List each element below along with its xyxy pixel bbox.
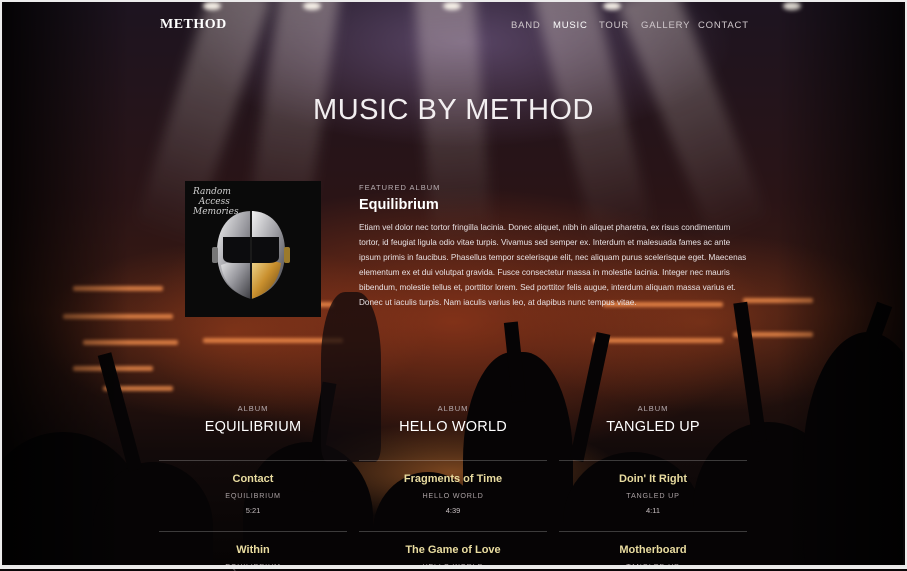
brand-logo[interactable]: METHOD <box>160 17 227 33</box>
album-column-tangled-up: ALBUM TANGLED UP Doin' It Right TANGLED … <box>559 400 747 571</box>
nav-item-gallery[interactable]: GALLERY <box>641 20 690 31</box>
track-item[interactable]: Doin' It Right TANGLED UP 4:11 <box>559 473 747 515</box>
track-item[interactable]: Within EQUILIBRIUM <box>159 544 347 571</box>
robot-helmet-icon <box>212 211 290 299</box>
album-title[interactable]: HELLO WORLD <box>359 419 547 435</box>
featured-album-description: Etiam vel dolor nec tortor fringilla lac… <box>359 223 747 307</box>
track-title[interactable]: Motherboard <box>559 544 747 556</box>
featured-album-kicker: FEATURED ALBUM <box>359 183 441 192</box>
track-album: HELLO WORLD <box>422 491 484 500</box>
album-title[interactable]: EQUILIBRIUM <box>159 419 347 435</box>
nav-item-tour[interactable]: TOUR <box>599 20 629 31</box>
track-duration: 4:39 <box>445 506 461 515</box>
track-duration: 5:21 <box>245 506 261 515</box>
nav-item-band[interactable]: BAND <box>511 20 541 31</box>
album-title[interactable]: TANGLED UP <box>559 419 747 435</box>
track-title[interactable]: Fragments of Time <box>359 473 547 485</box>
track-item[interactable]: Motherboard TANGLED UP <box>559 544 747 571</box>
album-column-hello-world: ALBUM HELLO WORLD Fragments of Time HELL… <box>359 400 547 571</box>
divider <box>559 531 747 532</box>
track-title[interactable]: Contact <box>159 473 347 485</box>
track-duration: 4:11 <box>645 506 661 515</box>
divider <box>159 531 347 532</box>
track-album: EQUILIBRIUM <box>225 491 281 500</box>
track-item[interactable]: Contact EQUILIBRIUM 5:21 <box>159 473 347 515</box>
divider <box>359 460 547 461</box>
track-album: HELLO WORLD <box>422 562 484 571</box>
track-item[interactable]: The Game of Love HELLO WORLD <box>359 544 547 571</box>
album-kicker: ALBUM <box>237 404 269 413</box>
nav-item-contact[interactable]: CONTACT <box>698 20 749 31</box>
divider <box>159 460 347 461</box>
album-kicker: ALBUM <box>437 404 469 413</box>
divider <box>559 460 747 461</box>
track-title[interactable]: Within <box>159 544 347 556</box>
track-album: TANGLED UP <box>626 491 680 500</box>
page-title: MUSIC BY METHOD <box>313 94 594 126</box>
track-album: TANGLED UP <box>626 562 680 571</box>
album-kicker: ALBUM <box>637 404 669 413</box>
track-item[interactable]: Fragments of Time HELLO WORLD 4:39 <box>359 473 547 515</box>
track-title[interactable]: The Game of Love <box>359 544 547 556</box>
track-title[interactable]: Doin' It Right <box>559 473 747 485</box>
nav-item-music[interactable]: MUSIC <box>553 20 588 31</box>
divider <box>359 531 547 532</box>
track-album: EQUILIBRIUM <box>225 562 281 571</box>
featured-album-cover[interactable]: Random Access Memories <box>185 181 321 317</box>
featured-album-title: Equilibrium <box>359 197 439 213</box>
album-column-equilibrium: ALBUM EQUILIBRIUM Contact EQUILIBRIUM 5:… <box>159 400 347 571</box>
